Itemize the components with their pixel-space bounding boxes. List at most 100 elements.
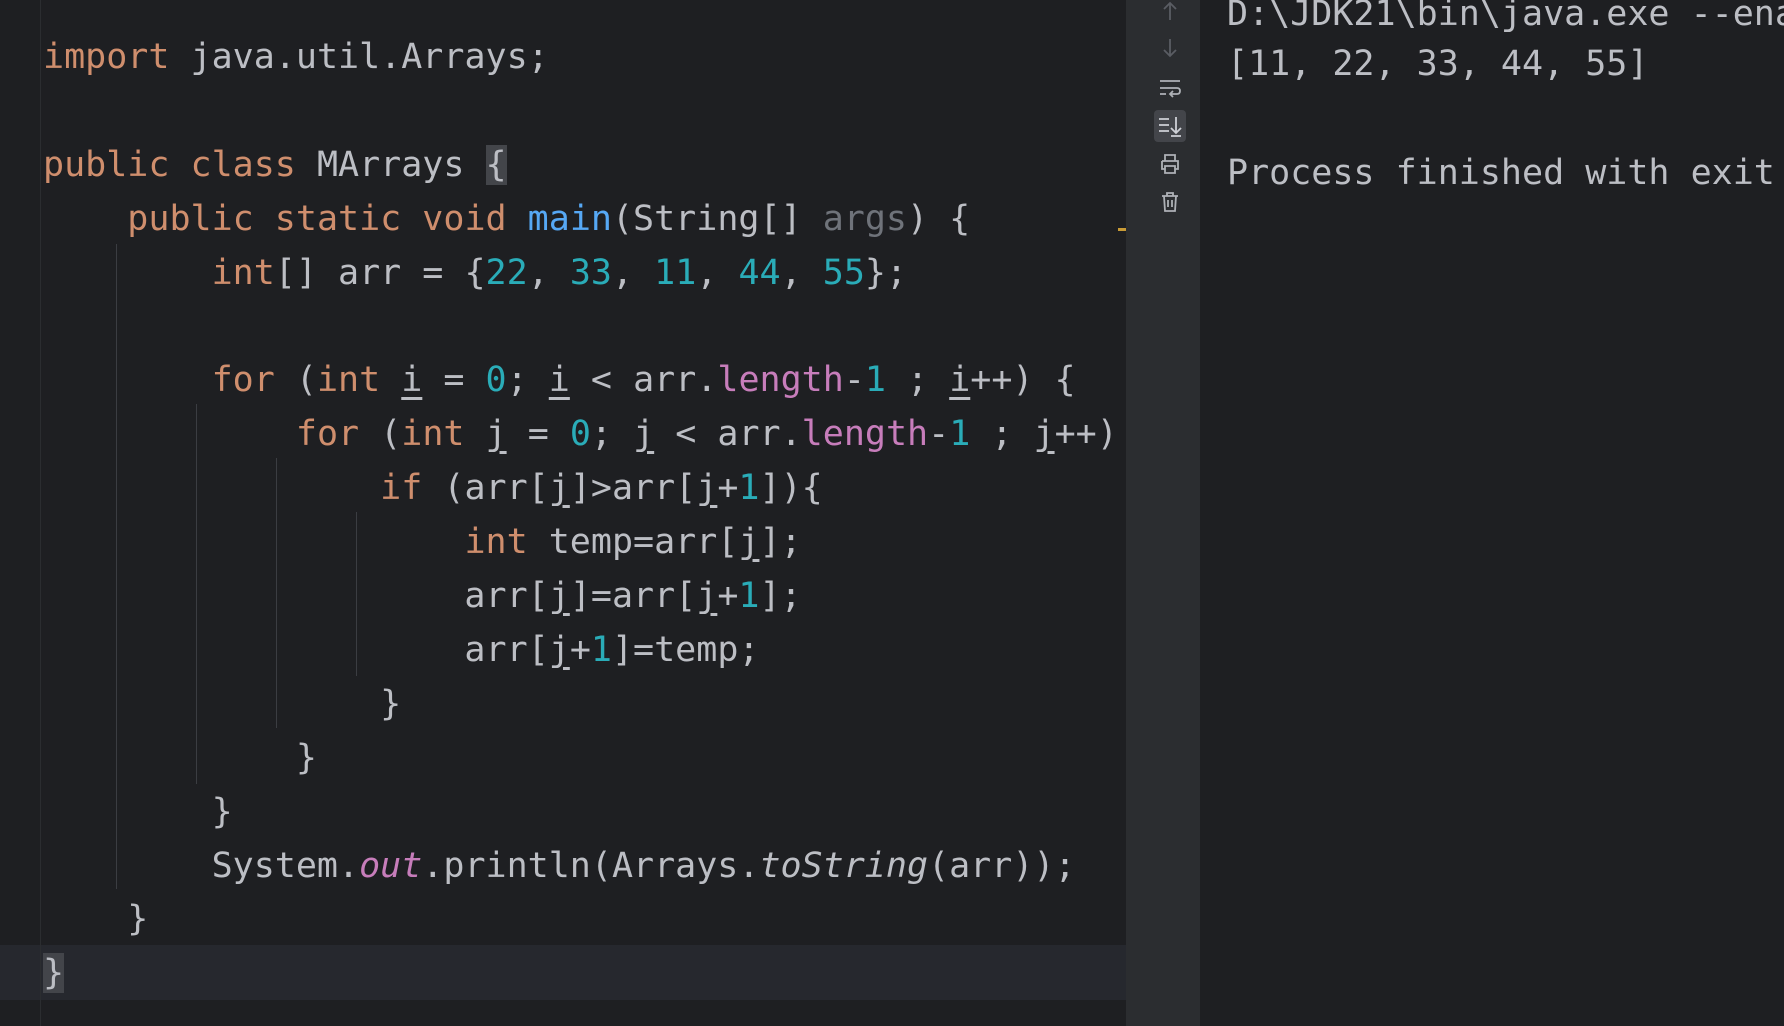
code-token: j [633, 414, 655, 455]
code-line-14[interactable]: } [43, 731, 317, 785]
warning-stripe-marker[interactable] [1118, 228, 1126, 231]
soft-wrap-icon[interactable] [1154, 72, 1186, 104]
code-token: - [843, 360, 865, 401]
code-line-11[interactable]: arr[j]=arr[j+1]; [43, 569, 802, 623]
code-token: i [401, 360, 423, 401]
code-token: i [548, 360, 570, 401]
code-token: ++) { [1054, 414, 1118, 455]
code-token: } [43, 899, 149, 940]
code-line-13[interactable]: } [43, 677, 401, 731]
code-token: (arr[ [422, 468, 549, 509]
code-token: ; [885, 360, 950, 401]
code-token: out [359, 845, 423, 886]
code-token: ]; [759, 522, 802, 563]
code-token: , [696, 252, 739, 293]
code-token: for [295, 414, 360, 455]
code-token: 22 [485, 252, 528, 293]
code-token: j [696, 468, 718, 509]
code-token: System. [43, 845, 360, 886]
code-token: args [822, 198, 907, 239]
code-token: (String[] [611, 198, 823, 239]
run-console-output[interactable]: D:\JDK21\bin\java.exe --enab [11, 22, 33,… [1200, 0, 1784, 1026]
code-token: } [43, 683, 402, 724]
code-line-18[interactable]: } [43, 946, 65, 1000]
code-token: ; [506, 360, 549, 401]
code-token: ) { [906, 198, 971, 239]
scroll-to-end-icon[interactable] [1154, 110, 1186, 142]
code-token: int [211, 252, 275, 293]
code-token: 1 [949, 414, 971, 455]
console-line-1: D:\JDK21\bin\java.exe --enab [1227, 0, 1784, 34]
code-line-1[interactable]: import java.util.Arrays; [43, 30, 549, 84]
code-token: }; [864, 252, 908, 293]
code-token: .println(Arrays. [422, 845, 760, 886]
code-token: , [780, 252, 823, 293]
code-line-7[interactable]: for (int i = 0; i < arr.length-1 ; i++) … [43, 353, 1076, 407]
code-token: + [717, 468, 739, 509]
code-token: 1 [738, 468, 760, 509]
code-token: [] arr = { [274, 252, 486, 293]
trash-icon[interactable] [1154, 186, 1186, 218]
code-token: 11 [654, 252, 697, 293]
code-token: 0 [569, 414, 591, 455]
code-line-3[interactable]: public class MArrays { [43, 138, 507, 192]
console-line-2: [11, 22, 33, 44, 55] [1227, 44, 1649, 84]
code-token: j [738, 522, 760, 563]
code-token: 55 [822, 252, 865, 293]
code-token: = [422, 360, 486, 401]
code-token: j [548, 629, 570, 670]
scroll-down-icon[interactable] [1154, 32, 1186, 64]
code-token: if [380, 468, 423, 509]
code-token: j [548, 468, 570, 509]
code-line-17[interactable]: } [43, 892, 148, 946]
code-token: ; [590, 414, 634, 455]
code-token: j [696, 576, 718, 616]
code-token: 44 [738, 252, 781, 293]
code-token: ++) { [970, 360, 1076, 401]
panel-splitter[interactable] [1126, 0, 1140, 1026]
code-token: + [717, 576, 739, 616]
print-icon[interactable] [1154, 148, 1186, 180]
console-line-4: Process finished with exit c [1227, 153, 1784, 193]
current-line-highlight [0, 945, 1126, 1000]
code-line-16[interactable]: System.out.println(Arrays.toString(arr))… [43, 839, 1076, 893]
code-token: j [548, 576, 570, 616]
code-line-5[interactable]: int[] arr = {22, 33, 11, 44, 55}; [43, 246, 908, 300]
code-token: MArrays [295, 144, 486, 185]
code-line-4[interactable]: public static void main(String[] args) { [43, 192, 970, 246]
code-token: - [928, 414, 950, 455]
code-token: import [43, 37, 170, 77]
code-line-9[interactable]: if (arr[j]>arr[j+1]){ [43, 461, 823, 515]
code-token: ( [274, 360, 317, 401]
code-token: for [211, 360, 275, 401]
code-token: ; [970, 414, 1034, 455]
code-token: ]; [759, 576, 802, 616]
code-token: < arr. [569, 360, 718, 401]
code-line-8[interactable]: for (int j = 0; j < arr.length-1 ; j++) … [43, 407, 1126, 461]
code-token: , [611, 252, 655, 293]
code-line-12[interactable]: arr[j+1]=temp; [43, 623, 759, 677]
code-token: } [43, 953, 65, 994]
gutter-edge [40, 0, 41, 1026]
code-token: ]>arr[ [569, 468, 697, 509]
code-token: j [485, 414, 507, 455]
code-token: int [464, 522, 528, 563]
code-token: { [485, 144, 507, 185]
code-token: i [949, 360, 971, 401]
code-token: int [401, 414, 465, 455]
code-token: length [801, 414, 929, 455]
code-line-10[interactable]: int temp=arr[j]; [43, 515, 802, 569]
code-line-15[interactable]: } [43, 785, 233, 839]
code-token: } [43, 791, 233, 832]
scroll-up-icon[interactable] [1154, 0, 1186, 27]
code-token: toString [759, 845, 929, 886]
code-token: j [1033, 414, 1055, 455]
code-editor[interactable]: import java.util.Arrays; public class MAr… [0, 0, 1126, 1026]
code-token: ]){ [759, 468, 823, 509]
